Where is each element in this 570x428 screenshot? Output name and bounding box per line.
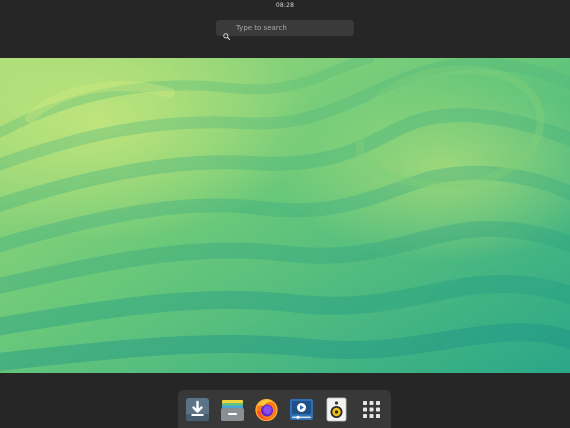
dock (178, 390, 391, 428)
search-icon (223, 25, 231, 40)
desktop-overview: 08:28 Type to search (0, 0, 570, 428)
search-placeholder: Type to search (236, 24, 287, 32)
video-player-icon (290, 399, 313, 420)
search-field[interactable]: Type to search (216, 20, 354, 40)
archive-icon (221, 400, 244, 421)
firefox-icon (255, 398, 278, 422)
dock-item-firefox[interactable] (254, 397, 279, 422)
wallpaper (0, 58, 570, 373)
dock-item-files[interactable] (220, 397, 245, 422)
speaker-icon (326, 397, 347, 422)
clock[interactable]: 08:28 (0, 2, 570, 9)
top-bar: 08:28 (0, 0, 570, 14)
dock-item-rhythmbox[interactable] (324, 397, 349, 422)
dock-item-video-player[interactable] (289, 397, 314, 422)
dock-item-downloads[interactable] (185, 397, 210, 422)
dock-item-show-apps[interactable] (359, 397, 384, 422)
workspace-thumbnail[interactable] (0, 58, 570, 373)
download-icon (186, 398, 209, 421)
app-grid-icon (363, 401, 380, 418)
